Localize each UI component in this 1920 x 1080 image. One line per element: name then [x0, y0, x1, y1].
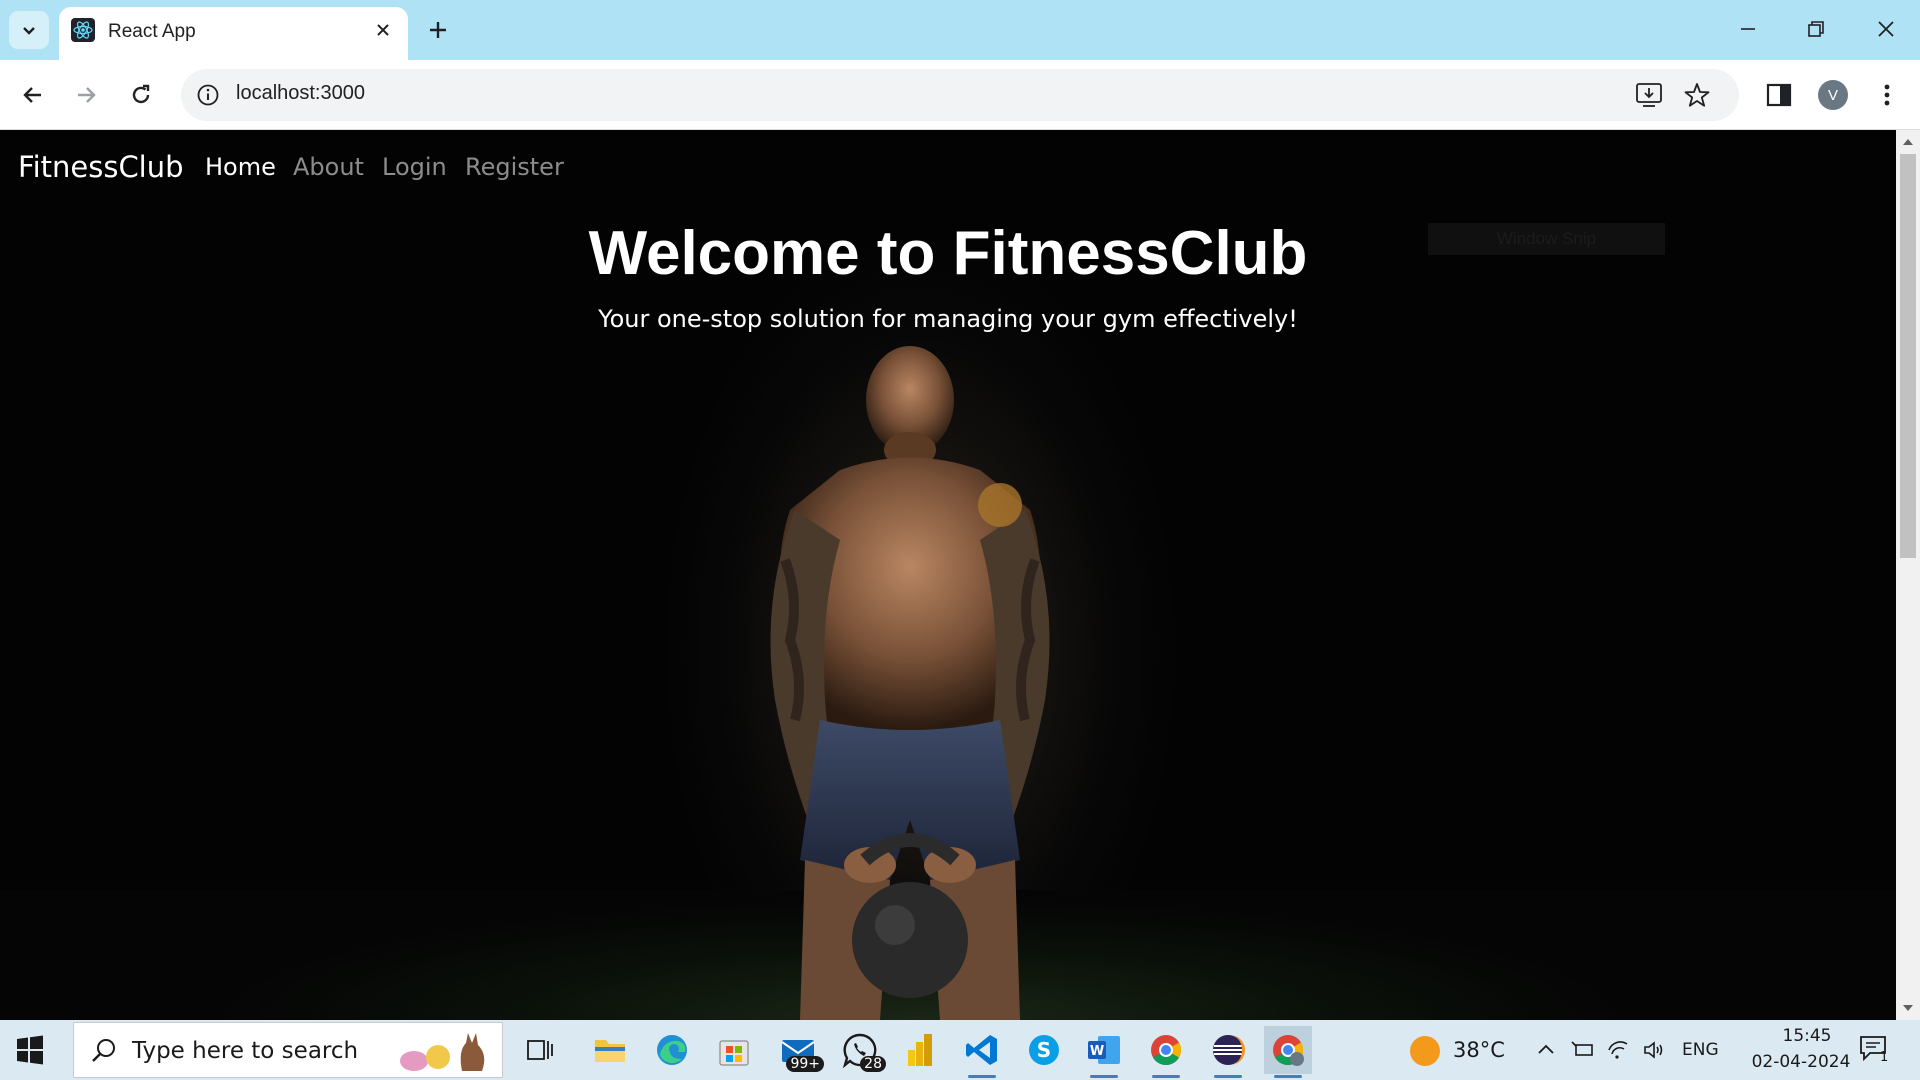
close-icon [377, 24, 389, 36]
scroll-down-arrow-icon[interactable] [1901, 1002, 1915, 1014]
wifi-icon[interactable] [1606, 1038, 1630, 1062]
minimize-button[interactable] [1720, 8, 1776, 50]
arrow-right-icon [78, 87, 96, 103]
close-icon [1878, 21, 1894, 37]
taskbar-search[interactable]: Type here to search [73, 1022, 503, 1078]
side-panel-icon[interactable] [1763, 79, 1795, 111]
info-icon[interactable] [195, 82, 221, 108]
edge-button[interactable] [648, 1026, 696, 1074]
svg-text:S: S [1037, 1038, 1051, 1062]
nav-link-home[interactable]: Home [205, 153, 276, 181]
minimize-icon [1741, 28, 1755, 30]
whatsapp-badge: 28 [860, 1056, 886, 1072]
close-window-button[interactable] [1858, 8, 1914, 50]
chrome-button[interactable] [1142, 1026, 1190, 1078]
browser-tabstrip: React App [0, 0, 1920, 60]
chrome-profile-button[interactable] [1264, 1026, 1312, 1078]
address-bar[interactable]: localhost:3000 [181, 69, 1739, 121]
plus-icon [430, 22, 446, 38]
scroll-up-arrow-icon[interactable] [1901, 136, 1915, 148]
reload-button[interactable] [123, 77, 159, 113]
page-scrollbar[interactable] [1896, 130, 1920, 1020]
power-bi-icon [908, 1034, 932, 1066]
restore-button[interactable] [1788, 8, 1844, 50]
clock-date: 02-04-2024 [1751, 1052, 1851, 1072]
athlete-image [770, 346, 1050, 1020]
notification-count: 1 [1880, 1050, 1889, 1065]
star-icon[interactable] [1683, 81, 1711, 109]
whatsapp-button[interactable]: 28 [836, 1026, 886, 1074]
word-icon: W [1088, 1036, 1120, 1064]
install-app-icon[interactable] [1635, 81, 1665, 109]
browser-toolbar: localhost:3000 V [0, 60, 1920, 130]
language-indicator[interactable]: ENG [1682, 1040, 1719, 1060]
navbar: FitnessClub Home About Login Register [0, 150, 1896, 200]
nav-link-register[interactable]: Register [465, 153, 564, 181]
back-button[interactable] [15, 77, 51, 113]
react-logo-icon [71, 18, 95, 42]
task-view-button[interactable] [516, 1026, 564, 1074]
brand-logo[interactable]: FitnessClub [18, 150, 184, 184]
chevron-up-icon[interactable] [1534, 1038, 1558, 1062]
clock-time: 15:45 [1782, 1026, 1832, 1046]
eclipse-button[interactable] [1204, 1026, 1252, 1078]
nav-link-about[interactable]: About [293, 153, 364, 181]
svg-text:W: W [1090, 1044, 1104, 1059]
chevron-down-icon [23, 27, 35, 35]
forward-button[interactable] [68, 77, 104, 113]
restore-icon [1808, 21, 1824, 37]
skype-icon: S [1029, 1035, 1059, 1065]
tab-close-button[interactable] [371, 18, 395, 42]
reload-icon [132, 84, 150, 104]
mail-button[interactable]: 99+ [774, 1026, 824, 1074]
weather-sun-icon[interactable] [1410, 1036, 1440, 1066]
window-snip-overlay: Window Snip [1428, 223, 1665, 255]
task-view-icon [527, 1040, 553, 1060]
store-icon [719, 1040, 749, 1066]
chrome-icon [1273, 1035, 1304, 1066]
arrow-left-icon [23, 87, 41, 103]
taskbar: Type here to search 99+ 28 S W 38°C ENG … [0, 1020, 1920, 1080]
tab-title: React App [108, 21, 196, 42]
battery-icon[interactable] [1570, 1038, 1594, 1062]
chrome-icon [1151, 1035, 1182, 1066]
edge-icon [657, 1035, 687, 1065]
vscode-button[interactable] [958, 1026, 1006, 1078]
more-vertical-icon[interactable] [1872, 79, 1902, 111]
hero-subtitle: Your one-stop solution for managing your… [598, 305, 1298, 333]
scroll-thumb[interactable] [1900, 154, 1916, 558]
new-tab-button[interactable] [422, 14, 454, 46]
vscode-icon [966, 1035, 997, 1065]
url-text[interactable]: localhost:3000 [236, 82, 365, 105]
power-bi-button[interactable] [896, 1026, 944, 1074]
mail-badge: 99+ [786, 1056, 824, 1072]
tab-search-button[interactable] [9, 11, 49, 49]
nav-link-login[interactable]: Login [382, 153, 447, 181]
notifications-button[interactable]: 1 [1858, 1034, 1894, 1068]
search-icon [92, 1039, 115, 1062]
eclipse-icon [1213, 1035, 1245, 1065]
weather-temperature[interactable]: 38°C [1453, 1038, 1505, 1062]
volume-icon[interactable] [1642, 1038, 1666, 1062]
microsoft-store-button[interactable] [710, 1026, 758, 1074]
browser-tab[interactable]: React App [59, 7, 408, 60]
search-placeholder: Type here to search [132, 1038, 359, 1064]
skype-button[interactable]: S [1020, 1026, 1068, 1074]
word-button[interactable]: W [1080, 1026, 1128, 1078]
folder-icon [595, 1040, 625, 1062]
file-explorer-button[interactable] [586, 1026, 634, 1074]
profile-avatar[interactable]: V [1818, 80, 1848, 110]
windows-start-icon[interactable] [14, 1034, 46, 1066]
easter-eggs-icon [400, 1033, 485, 1071]
page-viewport: FitnessClub Home About Login Register We… [0, 130, 1896, 1020]
